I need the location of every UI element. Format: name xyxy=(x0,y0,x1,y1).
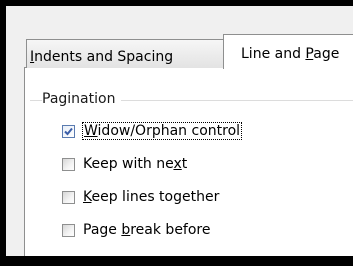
page-break-before-checkbox[interactable]: Page break before xyxy=(62,221,211,239)
option-label-post: reak before xyxy=(130,222,211,238)
option-label-post: idow/Orphan control xyxy=(97,123,241,139)
checkmark-icon xyxy=(64,127,73,135)
tab-label-post: ndents and Spacing xyxy=(34,49,174,65)
tab-line-and-page-breaks[interactable]: Line and Page xyxy=(223,34,353,69)
option-label: Keep with next xyxy=(83,156,187,172)
checkbox-box[interactable] xyxy=(62,223,75,237)
option-accel: W xyxy=(84,123,98,139)
option-label: Widow/Orphan control xyxy=(81,122,243,140)
widow-orphan-control-checkbox[interactable]: Widow/Orphan control xyxy=(62,122,243,140)
tab-label-post: age xyxy=(313,46,340,62)
pagination-group-label: Pagination xyxy=(42,91,122,107)
keep-with-next-checkbox[interactable]: Keep with next xyxy=(62,155,187,173)
option-accel: x xyxy=(173,156,182,172)
option-label: Keep lines together xyxy=(83,189,219,205)
option-label-post: eep lines together xyxy=(91,189,220,205)
paragraph-dialog: Indents and Spacing Line and Page Pagina… xyxy=(6,6,353,256)
checkbox-box[interactable] xyxy=(62,190,75,204)
keep-lines-together-checkbox[interactable]: Keep lines together xyxy=(62,188,219,206)
checkbox-box[interactable] xyxy=(62,124,75,138)
tab-indents-and-spacing[interactable]: Indents and Spacing xyxy=(26,39,224,68)
option-accel: b xyxy=(121,222,131,238)
option-label: Page break before xyxy=(83,222,211,238)
option-label-post: t xyxy=(181,156,188,172)
option-label-pre: Page xyxy=(83,222,122,238)
option-label-pre: Keep with ne xyxy=(83,156,174,172)
tab-label-pre: Line and xyxy=(241,46,306,62)
checkbox-box[interactable] xyxy=(62,157,75,171)
